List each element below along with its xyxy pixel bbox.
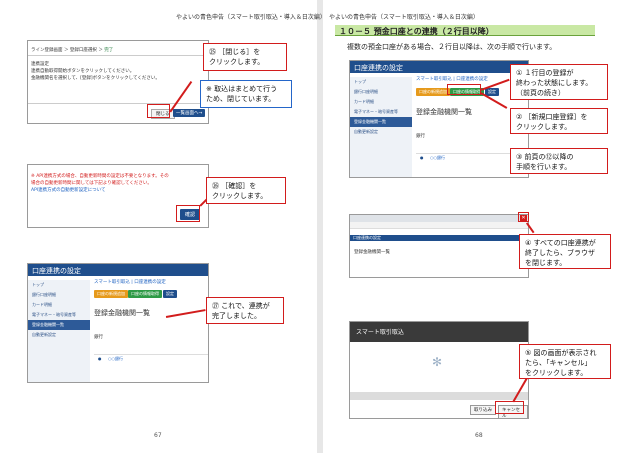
linked-dot-icon: ● <box>98 356 102 361</box>
breadcrumb-sep: ＞ <box>63 48 69 53</box>
intro-text: 複数の預金口座がある場合、２行目以降は、次の手順で行います。 <box>347 43 557 51</box>
dialog-line: 連携設定 <box>31 62 49 67</box>
loading-spinner-icon: ✻ <box>432 355 443 369</box>
add-account-button[interactable]: 口座の新規追加 <box>94 290 128 298</box>
screenshot-close-dialog: ライン登録画面 ＞ 登録口座選択 ＞ 完了 連携設定 連携自動取得開始ボタンをク… <box>27 40 209 124</box>
dialog-title-bar: スマート取引取込 <box>350 322 528 342</box>
page-header: やよいの青色申告（スマート取引取込・導入＆日次編） <box>329 14 479 21</box>
highlight-new-account-button <box>447 84 481 95</box>
callout-step-5: ⑤ 図の画面が表示され たら、「キャンセル」 をクリックします。 <box>519 344 611 379</box>
breadcrumb: スマート取引取込 | 口座連携の設定 <box>94 280 166 285</box>
note-bulk-import: ※ 取込はまとめて行う ため、閉じています。 <box>200 80 292 108</box>
api-settings-link[interactable]: API連携方式の自動更新設定について <box>31 187 105 193</box>
bank-section-label: 銀行 <box>94 335 103 340</box>
browser-address-bar[interactable] <box>350 222 528 229</box>
sidebar-item-card[interactable]: カード明細 <box>350 97 412 107</box>
dialog-line: 連携自動取得開始ボタンをクリックしてください。 <box>31 69 135 74</box>
callout-step-26: ㉖ ［確認］を クリックします。 <box>206 177 286 204</box>
divider <box>28 55 208 56</box>
sidebar-item-institutions[interactable]: 登録金融機関一覧 <box>350 117 412 127</box>
breadcrumb-sep: ＞ <box>98 48 103 53</box>
callout-step-25: ㉕ ［閉じる］を クリックします。 <box>203 43 287 71</box>
highlight-close-button <box>147 104 170 118</box>
next-list-button[interactable]: 一覧画面へ→ <box>173 109 206 117</box>
bank-name[interactable]: ○○銀行 <box>430 155 445 161</box>
callout-step-2: ② ［新規口座登録］を クリックします。 <box>510 108 608 134</box>
import-button[interactable]: 取り込み <box>470 405 496 415</box>
screenshot-close-browser: ✕ 口座連携の設定 登録金融機関一覧 <box>349 214 529 278</box>
settings-button[interactable]: 設定 <box>163 290 177 298</box>
right-page: やよいの青色申告（スマート取引取込・導入＆日次編） １０－５ 預金口座との連携（… <box>323 0 640 453</box>
dialog-line: 金融機関名を選択して、[登録]ボタンをクリックしてください。 <box>31 76 160 81</box>
sidebar-item-emoney[interactable]: 電子マネー・暗号資産等 <box>28 310 90 320</box>
callout-step-1: ① １行目の登録が 終わった状態にします。 （前頁の続き） <box>510 64 608 100</box>
bank-section-label: 銀行 <box>416 134 425 139</box>
sidebar: トップ 銀行口座明細 カード明細 電子マネー・暗号資産等 登録金融機関一覧 自動… <box>350 77 412 177</box>
browser-tabbar <box>350 215 528 222</box>
table-row: ● ○○銀行 <box>94 354 208 364</box>
institution-list-title: 登録金融機関一覧 <box>94 309 150 317</box>
linked-dot-icon: ● <box>420 155 424 160</box>
sidebar-item-bank[interactable]: 銀行口座明細 <box>350 87 412 97</box>
api-note: 場合の自動更新時間に関しては下記より確認してください。 <box>31 181 152 186</box>
api-note: ※ API連携方式の場合、自動更新時間の設定は不要となります。その <box>31 174 169 179</box>
institution-list-title: 登録金融機関一覧 <box>354 250 390 255</box>
bank-name[interactable]: ○○銀行 <box>108 356 123 362</box>
screenshot-linked-list: 口座連携の設定 スマート取引取込 | 口座連携の設定 トップ 銀行口座明細 カー… <box>27 263 209 383</box>
highlight-cancel-button <box>495 401 524 414</box>
divider-band <box>350 392 528 400</box>
sidebar-item-institutions[interactable]: 登録金融機関一覧 <box>28 320 90 330</box>
highlight-close-window <box>518 212 529 222</box>
fetch-account-button[interactable]: 口座の情報取得 <box>128 290 162 298</box>
left-page: やよいの青色申告（スマート取引取込・導入＆日次編） ライン登録画面 ＞ 登録口座… <box>0 0 326 453</box>
app-title-bar: 口座連携の設定 <box>28 264 208 276</box>
sidebar-item-auto-update[interactable]: 自動更新設定 <box>28 330 90 340</box>
breadcrumb-step: 登録口座選択 <box>69 48 97 53</box>
page-number: 68 <box>475 432 483 439</box>
breadcrumb-step: ライン登録画面 <box>31 48 63 53</box>
sidebar-item-emoney[interactable]: 電子マネー・暗号資産等 <box>350 107 412 117</box>
sidebar-item-top[interactable]: トップ <box>28 280 90 290</box>
callout-step-3: ③ 前頁の⑫以降の 手順を行います。 <box>510 148 608 174</box>
breadcrumb-step-current: 完了 <box>104 48 114 53</box>
highlight-confirm-button <box>176 205 200 222</box>
institution-list-title: 登録金融機関一覧 <box>416 108 472 116</box>
sidebar: トップ 銀行口座明細 カード明細 電子マネー・暗号資産等 登録金融機関一覧 自動… <box>28 280 90 382</box>
app-title-bar: 口座連携の設定 <box>350 61 528 73</box>
callout-step-4: ④ すべての口座連携が 終了したら、ブラウザ を閉じます。 <box>519 234 611 269</box>
page-header: やよいの青色申告（スマート取引取込・導入＆日次編） <box>176 14 326 21</box>
sidebar-item-top[interactable]: トップ <box>350 77 412 87</box>
add-account-button[interactable]: 口座の新規追加 <box>416 88 450 96</box>
breadcrumb: スマート取引取込 | 口座連携の設定 <box>416 77 488 82</box>
callout-step-27: ㉗ これで、連携が 完了しました。 <box>206 297 284 324</box>
app-title-bar: 口座連携の設定 <box>350 235 528 241</box>
sidebar-item-auto-update[interactable]: 自動更新設定 <box>350 127 412 137</box>
sidebar-item-bank[interactable]: 銀行口座明細 <box>28 290 90 300</box>
sidebar-item-card[interactable]: カード明細 <box>28 300 90 310</box>
divider <box>28 103 208 104</box>
section-heading: １０－５ 預金口座との連携（２行目以降） <box>335 25 595 36</box>
screenshot-new-account: 口座連携の設定 スマート取引取込 | 口座連携の設定 トップ 銀行口座明細 カー… <box>349 60 529 178</box>
page-number: 67 <box>154 432 162 439</box>
